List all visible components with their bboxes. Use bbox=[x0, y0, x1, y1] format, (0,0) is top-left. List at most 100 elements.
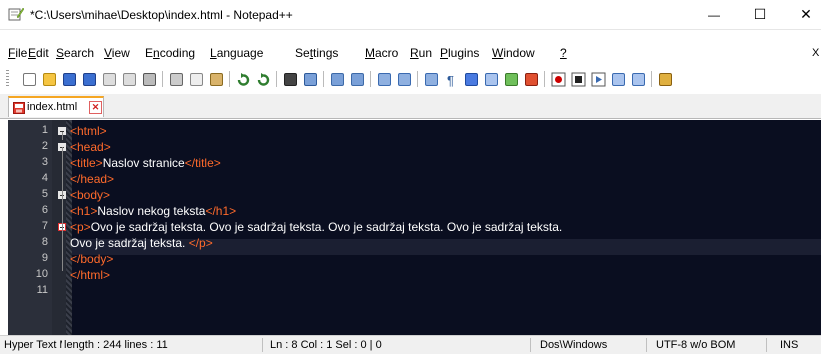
open-file-icon bbox=[42, 72, 56, 86]
line-number: 4 bbox=[41, 172, 48, 184]
copy-button[interactable] bbox=[187, 70, 205, 88]
function-list-icon bbox=[524, 72, 538, 86]
toolbar-separator bbox=[323, 71, 324, 87]
redo-icon bbox=[257, 72, 269, 86]
code-line[interactable]: </html> bbox=[70, 268, 110, 282]
status-insert-mode: INS bbox=[780, 339, 799, 351]
minimize-button[interactable]: — bbox=[691, 0, 737, 29]
run-macro-multiple-button[interactable] bbox=[609, 70, 627, 88]
menu-item-search[interactable]: Search bbox=[56, 46, 94, 60]
save-macro-icon bbox=[631, 72, 645, 86]
sync-horizontal-button[interactable] bbox=[395, 70, 413, 88]
word-wrap-button[interactable] bbox=[422, 70, 440, 88]
code-line[interactable]: Ovo je sadržaj teksta. </p> bbox=[70, 236, 213, 250]
code-line[interactable]: <html> bbox=[70, 124, 107, 138]
replace-icon bbox=[303, 72, 317, 86]
close-document-button[interactable]: X bbox=[812, 47, 819, 59]
print-button[interactable] bbox=[140, 70, 158, 88]
save-macro-button[interactable] bbox=[629, 70, 647, 88]
udl-icon bbox=[484, 72, 498, 86]
play-macro-button[interactable] bbox=[589, 70, 607, 88]
open-file-button[interactable] bbox=[40, 70, 58, 88]
menu-item-encoding[interactable]: Encoding bbox=[145, 46, 195, 60]
new-file-icon bbox=[22, 72, 36, 86]
zoom-out-button[interactable] bbox=[348, 70, 366, 88]
menu-item-plugins[interactable]: Plugins bbox=[440, 46, 479, 60]
status-encoding[interactable]: UTF-8 w/o BOM bbox=[656, 339, 735, 351]
stop-record-button[interactable] bbox=[569, 70, 587, 88]
toolbar-separator bbox=[417, 71, 418, 87]
code-line[interactable]: </head> bbox=[70, 172, 114, 186]
menu-item-edit[interactable]: Edit bbox=[28, 46, 49, 60]
menu-item-run[interactable]: Run bbox=[410, 46, 432, 60]
redo-button[interactable] bbox=[254, 70, 272, 88]
code-line[interactable]: <p>Ovo je sadržaj teksta. Ovo je sadržaj… bbox=[70, 220, 562, 234]
find-icon bbox=[283, 72, 297, 86]
menu-item-window[interactable]: Window bbox=[492, 46, 535, 60]
line-number: 2 bbox=[41, 140, 48, 152]
title-bar: *C:\Users\mihae\Desktop\index.html - Not… bbox=[0, 0, 821, 30]
toolbar-separator bbox=[544, 71, 545, 87]
find-button[interactable] bbox=[281, 70, 299, 88]
doc-map-button[interactable] bbox=[502, 70, 520, 88]
fold-guide bbox=[62, 132, 63, 140]
menu-item-language[interactable]: Language bbox=[210, 46, 263, 60]
new-file-button[interactable] bbox=[20, 70, 38, 88]
tab-index-html[interactable]: index.html ✕ bbox=[8, 96, 104, 117]
status-eol[interactable]: Dos\Windows bbox=[540, 339, 607, 351]
close-button[interactable]: ✕ bbox=[783, 0, 821, 29]
save-icon bbox=[62, 72, 76, 86]
maximize-button[interactable]: ☐ bbox=[737, 0, 783, 29]
zoom-in-button[interactable] bbox=[328, 70, 346, 88]
tab-close-icon[interactable]: ✕ bbox=[89, 101, 102, 114]
doc-map-icon bbox=[504, 72, 518, 86]
plugin-button[interactable] bbox=[656, 70, 674, 88]
save-button[interactable] bbox=[60, 70, 78, 88]
indent-guide-button[interactable] bbox=[462, 70, 480, 88]
code-line[interactable]: <h1>Naslov nekog teksta</h1> bbox=[70, 204, 236, 218]
print-icon bbox=[142, 72, 156, 86]
toolbar-grip[interactable] bbox=[6, 70, 9, 88]
toolbar: ¶ bbox=[0, 66, 821, 92]
show-all-chars-icon: ¶ bbox=[447, 73, 454, 87]
function-list-button[interactable] bbox=[522, 70, 540, 88]
code-line[interactable]: <body> bbox=[70, 188, 110, 202]
fold-margin[interactable] bbox=[52, 120, 66, 344]
paste-button[interactable] bbox=[207, 70, 225, 88]
toolbar-separator bbox=[651, 71, 652, 87]
line-number: 3 bbox=[41, 156, 48, 168]
menu-item-settings[interactable]: Settings bbox=[295, 46, 338, 60]
line-number: 5 bbox=[41, 188, 48, 200]
replace-button[interactable] bbox=[301, 70, 319, 88]
status-bar: Hyper Text Markup Language file length :… bbox=[0, 335, 821, 354]
close-all-icon bbox=[122, 72, 136, 86]
udl-button[interactable] bbox=[482, 70, 500, 88]
minimize-icon: — bbox=[708, 7, 720, 22]
code-line[interactable]: </body> bbox=[70, 252, 113, 266]
close-file-button[interactable] bbox=[100, 70, 118, 88]
menu-item-file[interactable]: File bbox=[8, 46, 27, 60]
save-all-button[interactable] bbox=[80, 70, 98, 88]
fold-guide bbox=[62, 147, 63, 271]
sync-horizontal-icon bbox=[397, 72, 411, 86]
menu-item-macro[interactable]: Macro bbox=[365, 46, 398, 60]
code-line[interactable]: <head> bbox=[70, 140, 111, 154]
record-macro-button[interactable] bbox=[549, 70, 567, 88]
copy-icon bbox=[189, 72, 203, 86]
zoom-out-icon bbox=[350, 72, 364, 86]
cut-icon bbox=[169, 72, 183, 86]
code-line[interactable]: <title>Naslov stranice</title> bbox=[70, 156, 221, 170]
sync-vertical-button[interactable] bbox=[375, 70, 393, 88]
zoom-in-icon bbox=[330, 72, 344, 86]
status-length: length : 244 lines : 11 bbox=[64, 339, 168, 351]
menu-item-help[interactable]: ? bbox=[560, 46, 567, 60]
line-number: 8 bbox=[41, 236, 48, 248]
show-all-chars-button[interactable]: ¶ bbox=[442, 70, 460, 88]
cut-button[interactable] bbox=[167, 70, 185, 88]
toolbar-separator bbox=[162, 71, 163, 87]
editor-area[interactable]: 1 <html> 2 <head> 3 <title>Naslov stranice</t… bbox=[8, 120, 821, 344]
line-number-gutter bbox=[8, 120, 52, 344]
menu-item-view[interactable]: View bbox=[104, 46, 130, 60]
close-all-button[interactable] bbox=[120, 70, 138, 88]
undo-button[interactable] bbox=[234, 70, 252, 88]
